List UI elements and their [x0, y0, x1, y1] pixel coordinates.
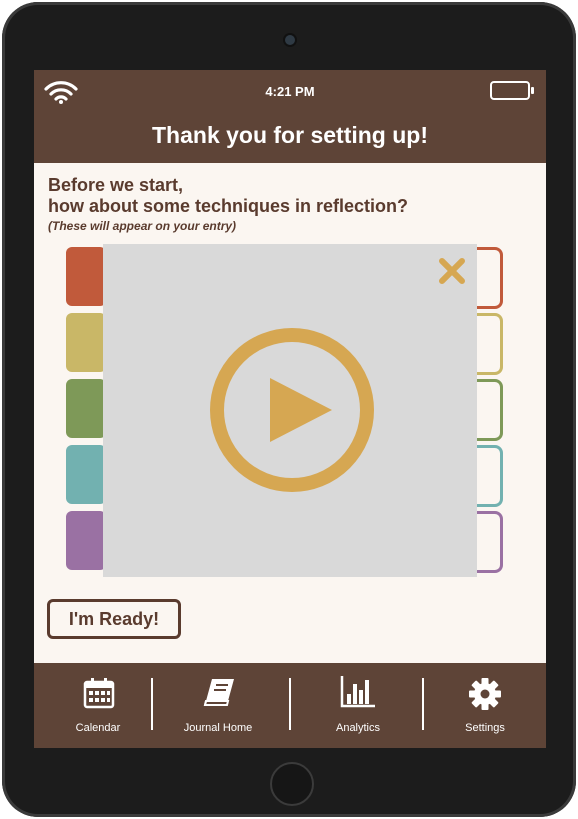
analytics-icon: [340, 676, 375, 708]
intro-line-2: how about some techniques in reflection?: [48, 196, 409, 216]
nav-item-analytics[interactable]: Analytics: [308, 663, 408, 748]
journal-icon: [203, 679, 234, 706]
intro-line-1: Before we start,: [48, 175, 184, 195]
technique-tile-1[interactable]: [66, 247, 106, 306]
nav-item-journal-home[interactable]: Journal Home: [168, 663, 268, 748]
nav-label-journal-home: Journal Home: [183, 722, 253, 734]
page-title: Thank you for setting up!: [152, 122, 428, 148]
video-modal: [103, 244, 477, 577]
battery-icon: [490, 81, 534, 100]
close-icon[interactable]: [437, 256, 467, 286]
nav-divider: [289, 678, 291, 730]
status-bar: 4:21 PM: [34, 70, 546, 110]
status-time: 4:21 PM: [265, 84, 315, 99]
nav-label-calendar: Calendar: [75, 722, 121, 734]
settings-icon: [469, 678, 501, 710]
nav-item-settings[interactable]: Settings: [435, 663, 535, 748]
play-icon[interactable]: [208, 328, 376, 492]
technique-tile-4[interactable]: [66, 445, 106, 504]
nav-item-calendar[interactable]: Calendar: [48, 663, 148, 748]
technique-tile-3[interactable]: [66, 379, 106, 438]
tablet-frame: 4:21 PM Thank you for setting up! Before…: [2, 2, 576, 817]
nav-label-settings: Settings: [465, 722, 505, 734]
intro-heading: Before we start, how about some techniqu…: [48, 175, 408, 217]
nav-divider: [422, 678, 424, 730]
technique-tile-5[interactable]: [66, 511, 106, 570]
app-screen: 4:21 PM Thank you for setting up! Before…: [34, 70, 546, 748]
intro-note: (These will appear on your entry): [48, 219, 237, 233]
bottom-nav: Calendar Journal Home Analytics Settings: [34, 663, 546, 748]
front-camera: [285, 35, 295, 45]
home-button[interactable]: [270, 762, 314, 806]
ready-button[interactable]: I'm Ready!: [47, 599, 181, 639]
nav-label-analytics: Analytics: [335, 722, 381, 734]
calendar-icon: [83, 678, 115, 709]
nav-divider: [151, 678, 153, 730]
technique-tile-2[interactable]: [66, 313, 106, 372]
